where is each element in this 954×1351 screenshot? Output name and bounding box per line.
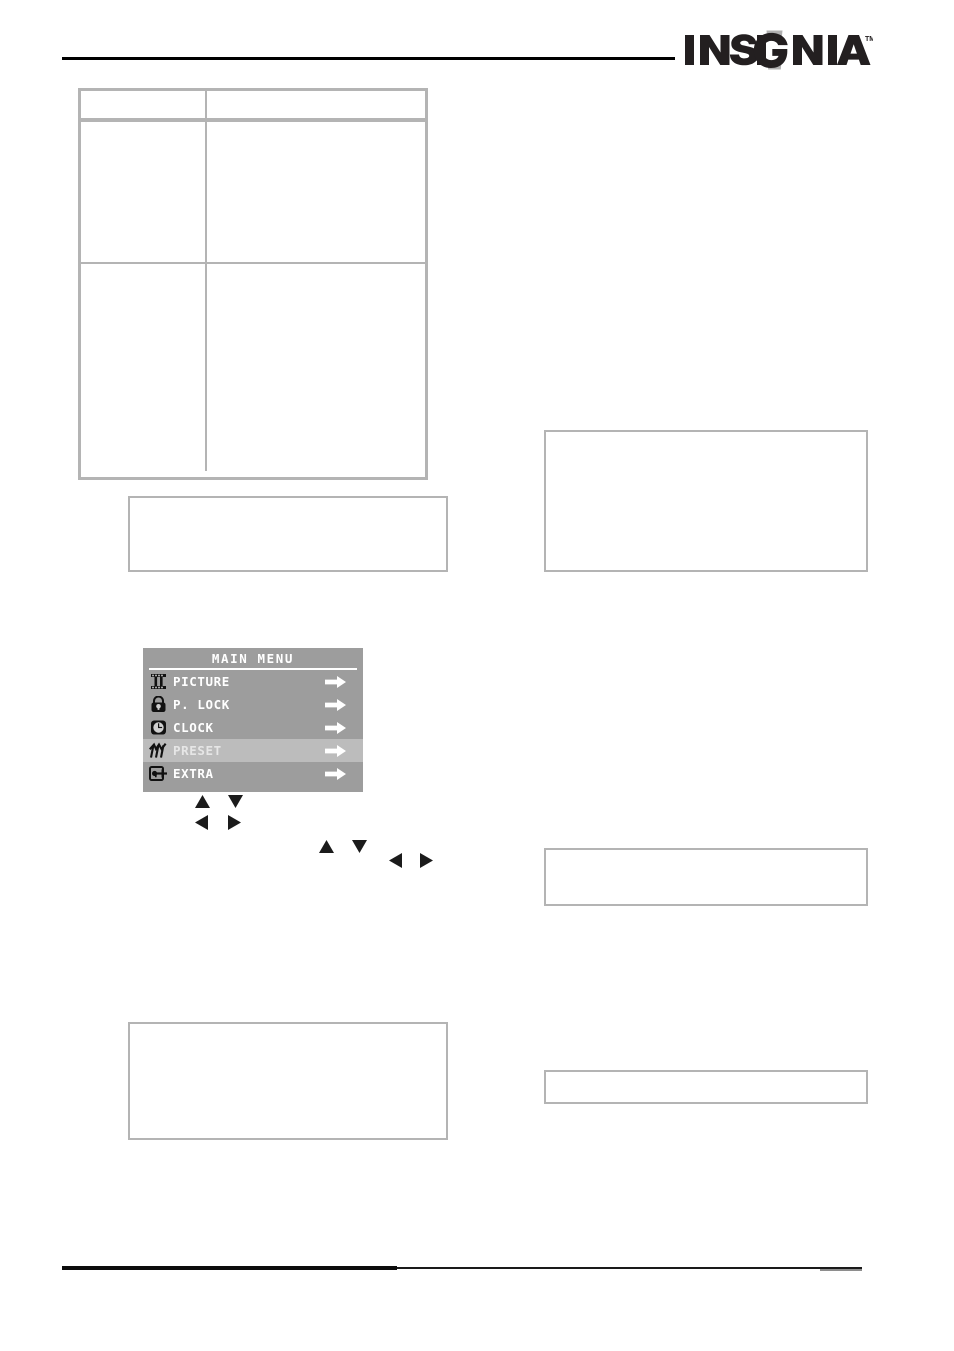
right-arrow-icon bbox=[325, 744, 347, 758]
table-cell bbox=[207, 122, 425, 262]
osd-menu-title: MAIN MENU bbox=[143, 648, 363, 670]
svg-text:TM: TM bbox=[865, 36, 873, 43]
table-cell bbox=[207, 264, 425, 471]
right-arrow-icon bbox=[419, 852, 434, 869]
right-arrow-icon bbox=[325, 767, 347, 781]
table-cell bbox=[81, 122, 207, 262]
down-arrow-icon bbox=[351, 839, 368, 854]
footer-rule-tail bbox=[820, 1269, 862, 1271]
left-arrow-icon bbox=[194, 814, 209, 831]
note-box bbox=[544, 848, 868, 906]
table-cell bbox=[81, 264, 207, 471]
insignia-logo: TM bbox=[683, 28, 873, 72]
right-arrow-icon bbox=[227, 814, 242, 831]
osd-menu-item-extra[interactable]: EXTRA bbox=[143, 762, 363, 785]
spec-table bbox=[78, 88, 428, 480]
osd-menu-item-picture[interactable]: PICTURE bbox=[143, 670, 363, 693]
up-arrow-icon bbox=[318, 839, 335, 854]
table-header-row bbox=[81, 91, 425, 122]
osd-menu-item-label: CLOCK bbox=[173, 720, 214, 735]
note-box bbox=[544, 1070, 868, 1104]
note-box bbox=[128, 1022, 448, 1140]
table-row bbox=[81, 264, 425, 471]
osd-menu-item-label: EXTRA bbox=[173, 766, 214, 781]
right-arrow-icon bbox=[325, 698, 347, 712]
up-arrow-icon bbox=[194, 794, 211, 809]
padlock-icon bbox=[143, 693, 173, 716]
footer-rule-accent bbox=[62, 1266, 397, 1270]
header-rule bbox=[62, 57, 675, 60]
osd-menu-item-preset[interactable]: PRESET bbox=[143, 739, 363, 762]
note-box bbox=[544, 430, 868, 572]
right-arrow-icon bbox=[325, 721, 347, 735]
osd-menu-item-label: PICTURE bbox=[173, 674, 230, 689]
table-header-cell bbox=[207, 91, 425, 118]
osd-menu-item-clock[interactable]: CLOCK bbox=[143, 716, 363, 739]
down-arrow-icon bbox=[227, 794, 244, 809]
manual-page: TM MAIN MENU PICTURE P. LOCK CLOCK PRESE… bbox=[0, 0, 954, 1351]
film-strip-icon bbox=[143, 670, 173, 693]
osd-main-menu: MAIN MENU PICTURE P. LOCK CLOCK PRESET E… bbox=[143, 648, 363, 792]
wrench-plug-icon bbox=[143, 762, 173, 785]
osd-menu-item-label: P. LOCK bbox=[173, 697, 230, 712]
table-header-cell bbox=[81, 91, 207, 118]
right-arrow-icon bbox=[325, 675, 347, 689]
table-row bbox=[81, 122, 425, 264]
osd-menu-item-p-lock[interactable]: P. LOCK bbox=[143, 693, 363, 716]
waveform-icon bbox=[143, 739, 173, 762]
left-arrow-icon bbox=[388, 852, 403, 869]
note-box bbox=[128, 496, 448, 572]
clock-icon bbox=[143, 716, 173, 739]
osd-menu-item-label: PRESET bbox=[173, 743, 222, 758]
